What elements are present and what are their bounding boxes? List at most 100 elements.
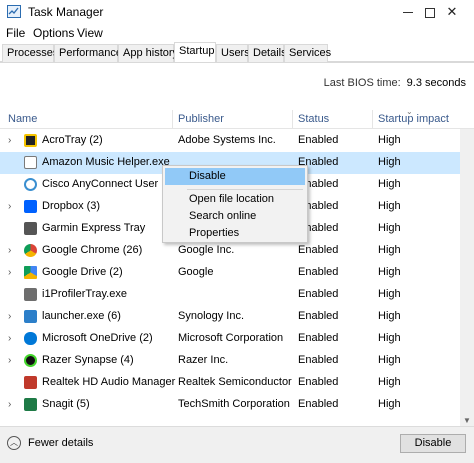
row-name: Microsoft OneDrive (2) — [42, 332, 153, 344]
expand-chevron-icon[interactable]: › — [8, 245, 11, 256]
table-row[interactable]: Realtek HD Audio Manager Realtek Semicon… — [0, 372, 460, 394]
menu-item-disable[interactable]: Disable — [165, 168, 305, 185]
table-row[interactable]: › AcroTray (2) Adobe Systems Inc. Enable… — [0, 130, 460, 152]
row-impact: High — [378, 244, 401, 256]
razer-synapse-icon — [24, 354, 37, 367]
row-status: Enabled — [298, 288, 339, 300]
row-name: Google Drive (2) — [42, 266, 123, 278]
chevron-up-icon[interactable]: ︿ — [7, 436, 21, 450]
row-publisher: Razer Inc. — [178, 354, 229, 366]
table-row[interactable]: i1ProfilerTray.exe Enabled High — [0, 284, 460, 306]
table-row[interactable]: › Razer Synapse (4) Razer Inc. Enabled H… — [0, 350, 460, 372]
column-startup-impact[interactable]: Startup impact — [378, 113, 449, 125]
snagit-icon — [24, 398, 37, 411]
menu-bar: File Options View — [0, 24, 474, 42]
column-separator[interactable] — [372, 110, 373, 129]
tab-details[interactable]: Details — [248, 44, 287, 62]
column-status[interactable]: Status — [298, 113, 329, 125]
row-status: Enabled — [298, 244, 339, 256]
expand-chevron-icon[interactable]: › — [8, 355, 11, 366]
row-impact: High — [378, 200, 401, 212]
row-impact: High — [378, 222, 401, 234]
tab-services[interactable]: Services — [284, 44, 331, 62]
row-name: AcroTray (2) — [42, 134, 103, 146]
row-status: Enabled — [298, 266, 339, 278]
row-impact: High — [378, 266, 401, 278]
row-status: Enabled — [298, 332, 339, 344]
row-name: Dropbox (3) — [42, 200, 101, 212]
row-impact: High — [378, 398, 401, 410]
row-publisher: Google Inc. — [178, 244, 235, 256]
close-button[interactable]: ✕ — [430, 0, 474, 24]
row-name: i1ProfilerTray.exe — [42, 288, 127, 300]
dropbox-icon — [24, 200, 37, 213]
row-name: Garmin Express Tray — [42, 222, 146, 234]
column-header: Name Publisher Status ⌄ Startup impact — [0, 107, 474, 129]
scroll-down-icon[interactable]: ▼ — [463, 416, 471, 425]
onedrive-icon — [24, 332, 37, 345]
expand-chevron-icon[interactable]: › — [8, 399, 11, 410]
row-impact: High — [378, 134, 401, 146]
table-row[interactable]: › Google Chrome (26) Google Inc. Enabled… — [0, 240, 460, 262]
vertical-scrollbar[interactable]: ▼ — [460, 129, 474, 427]
tab-strip: Processes Performance App history Startu… — [0, 42, 474, 63]
tab-startup[interactable]: Startup — [174, 42, 216, 63]
row-publisher: TechSmith Corporation — [178, 398, 290, 410]
menu-item-properties[interactable]: Properties — [165, 225, 305, 242]
row-impact: High — [378, 178, 401, 190]
column-publisher[interactable]: Publisher — [178, 113, 224, 125]
row-impact: High — [378, 310, 401, 322]
row-name: Google Chrome (26) — [42, 244, 143, 256]
row-publisher: Adobe Systems Inc. — [178, 134, 276, 146]
close-icon: ✕ — [446, 4, 458, 19]
column-separator[interactable] — [172, 110, 173, 129]
table-row[interactable]: › Snagit (5) TechSmith Corporation Enabl… — [0, 394, 460, 416]
task-manager-icon — [7, 5, 21, 18]
window-title: Task Manager — [28, 5, 104, 19]
row-publisher: Google — [178, 266, 214, 278]
menu-divider — [187, 189, 303, 190]
startup-panel: Last BIOS time: 9.3 seconds Name Publishe… — [0, 62, 474, 427]
expand-chevron-icon[interactable]: › — [8, 135, 11, 146]
bios-value: 9.3 seconds — [406, 77, 466, 89]
fewer-details-link[interactable]: Fewer details — [28, 437, 93, 449]
row-status: Enabled — [298, 398, 339, 410]
menu-item-search-online[interactable]: Search online — [165, 208, 305, 225]
bios-label: Last BIOS time: — [323, 77, 401, 89]
tab-performance[interactable]: Performance — [54, 44, 122, 62]
expand-chevron-icon[interactable]: › — [8, 201, 11, 212]
menu-view[interactable]: View — [77, 26, 103, 40]
table-row[interactable]: › Google Drive (2) Google Enabled High — [0, 262, 460, 284]
tab-processes[interactable]: Processes — [2, 44, 58, 62]
table-row[interactable]: › launcher.exe (6) Synology Inc. Enabled… — [0, 306, 460, 328]
row-status: Enabled — [298, 134, 339, 146]
expand-chevron-icon[interactable]: › — [8, 311, 11, 322]
row-status: Enabled — [298, 354, 339, 366]
row-name: launcher.exe (6) — [42, 310, 121, 322]
row-name: Snagit (5) — [42, 398, 90, 410]
row-publisher: Microsoft Corporation — [178, 332, 284, 344]
column-separator[interactable] — [292, 110, 293, 129]
realtek-audio-icon — [24, 376, 37, 389]
row-impact: High — [378, 376, 401, 388]
column-name[interactable]: Name — [8, 113, 37, 125]
bios-time: Last BIOS time: 9.3 seconds — [324, 77, 466, 89]
expand-chevron-icon[interactable]: › — [8, 267, 11, 278]
row-impact: High — [378, 156, 401, 168]
table-row[interactable]: › Microsoft OneDrive (2) Microsoft Corpo… — [0, 328, 460, 350]
disable-button[interactable]: Disable — [400, 434, 466, 453]
app-window-icon — [24, 156, 37, 169]
menu-item-open-file-location[interactable]: Open file location — [165, 191, 305, 208]
row-status: Enabled — [298, 376, 339, 388]
garmin-express-icon — [24, 222, 37, 235]
expand-chevron-icon[interactable]: › — [8, 333, 11, 344]
google-drive-icon — [24, 266, 37, 279]
row-name: Realtek HD Audio Manager — [42, 376, 176, 388]
row-impact: High — [378, 332, 401, 344]
menu-options[interactable]: Options — [33, 26, 74, 40]
row-name: Razer Synapse (4) — [42, 354, 134, 366]
menu-file[interactable]: File — [6, 26, 25, 40]
tab-app-history[interactable]: App history — [118, 44, 178, 62]
row-publisher: Realtek Semiconductor — [178, 376, 292, 388]
tab-users[interactable]: Users — [216, 44, 250, 62]
